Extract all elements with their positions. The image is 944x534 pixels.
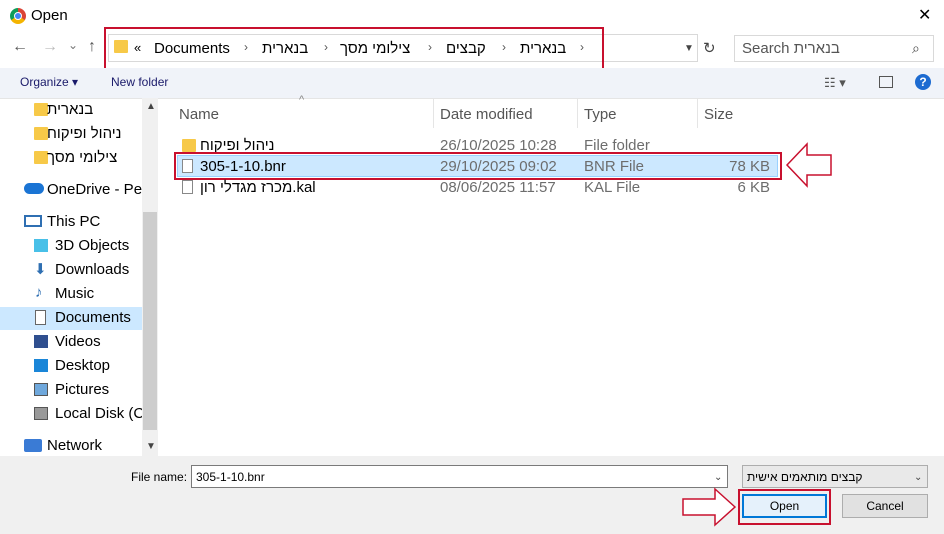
forward-icon[interactable]: → (42, 38, 58, 56)
file-name-input[interactable] (191, 465, 728, 488)
window-title: Open (31, 7, 68, 24)
sidebar-item-desktop[interactable]: Desktop (55, 357, 150, 374)
cancel-button[interactable]: Cancel (842, 494, 928, 518)
sidebar-item-network[interactable]: Network (47, 437, 142, 454)
file-icon (182, 180, 193, 194)
column-header-type[interactable]: Type (584, 106, 617, 123)
annotation-highlight-open (738, 489, 831, 525)
file-type-value: קבצים מותאמים אישית (747, 470, 863, 484)
up-icon[interactable]: ↑ (88, 38, 96, 56)
file-name-label: File name: (131, 470, 188, 484)
sidebar-item-downloads[interactable]: Downloads (55, 261, 150, 278)
help-icon[interactable]: ? (915, 74, 931, 90)
picture-icon (34, 383, 48, 396)
cube-icon (34, 239, 48, 252)
sort-indicator-icon: ^ (299, 94, 305, 106)
file-row-type: KAL File (584, 179, 641, 196)
column-divider[interactable] (433, 98, 434, 128)
annotation-arrow-icon (785, 142, 832, 188)
scroll-down-icon[interactable]: ▼ (146, 441, 156, 452)
file-row-date: 08/06/2025 11:57 (440, 179, 556, 196)
disk-icon (34, 407, 48, 420)
file-row-size: 6 KB (737, 179, 770, 196)
sidebar-item-onedrive[interactable]: OneDrive - Pe (47, 181, 142, 198)
column-divider[interactable] (577, 98, 578, 128)
chrome-app-icon (10, 8, 26, 24)
sidebar-item-local-disk[interactable]: Local Disk (C (55, 405, 150, 422)
folder-icon (34, 151, 48, 164)
new-folder-button[interactable]: New folder (111, 75, 168, 89)
annotation-highlight-file (174, 152, 782, 180)
back-icon[interactable]: ← (12, 38, 28, 56)
view-options-icon[interactable]: ☷ ▾ (824, 75, 846, 91)
sidebar-item-videos[interactable]: Videos (55, 333, 150, 350)
network-icon (24, 439, 42, 452)
file-row-name[interactable]: מכרז מגדלי רון.kal (200, 179, 316, 196)
monitor-icon (24, 215, 42, 227)
sidebar-item-this-pc[interactable]: This PC (47, 213, 142, 230)
search-placeholder: Search בנארית (742, 40, 840, 57)
folder-icon (182, 139, 196, 152)
sidebar-item-screenshots[interactable]: צילומי מסך (47, 149, 142, 166)
close-icon[interactable]: ✕ (918, 5, 931, 25)
annotation-highlight-address (104, 27, 604, 70)
column-header-size[interactable]: Size (704, 106, 733, 123)
music-icon: ♪ (35, 284, 43, 301)
recent-locations-icon[interactable]: ⌄ (68, 38, 78, 52)
file-name-value: 305-1-10.bnr (196, 470, 265, 484)
desktop-icon (34, 359, 48, 372)
cloud-icon (24, 183, 44, 194)
sidebar-scroll-thumb[interactable] (143, 212, 157, 430)
sidebar-item-benarit[interactable]: בנארית (47, 101, 142, 118)
file-type-dropdown-icon[interactable]: ⌄ (914, 472, 922, 483)
document-icon (35, 310, 46, 325)
annotation-arrow-icon (682, 487, 737, 527)
search-icon[interactable]: ⌕ (912, 40, 920, 57)
file-name-dropdown-icon[interactable]: ⌄ (714, 472, 722, 483)
folder-icon (34, 103, 48, 116)
column-divider[interactable] (697, 98, 698, 128)
organize-button[interactable]: Organize ▾ (20, 75, 78, 89)
video-icon (34, 335, 48, 348)
sidebar-item-nihul[interactable]: ניהול ופיקוח (47, 125, 142, 142)
folder-icon (34, 127, 48, 140)
sidebar-item-3d-objects[interactable]: 3D Objects (55, 237, 150, 254)
scroll-up-icon[interactable]: ▲ (146, 101, 156, 112)
sidebar-item-music[interactable]: Music (55, 285, 150, 302)
address-dropdown-icon[interactable]: ▼ (684, 43, 694, 54)
refresh-icon[interactable]: ↻ (703, 39, 716, 57)
download-icon: ⬇ (34, 261, 47, 278)
preview-pane-icon[interactable] (879, 76, 893, 88)
column-header-name[interactable]: Name (179, 106, 219, 123)
column-header-date[interactable]: Date modified (440, 106, 533, 123)
sidebar-item-pictures[interactable]: Pictures (55, 381, 150, 398)
sidebar-item-documents[interactable]: Documents (55, 309, 150, 326)
